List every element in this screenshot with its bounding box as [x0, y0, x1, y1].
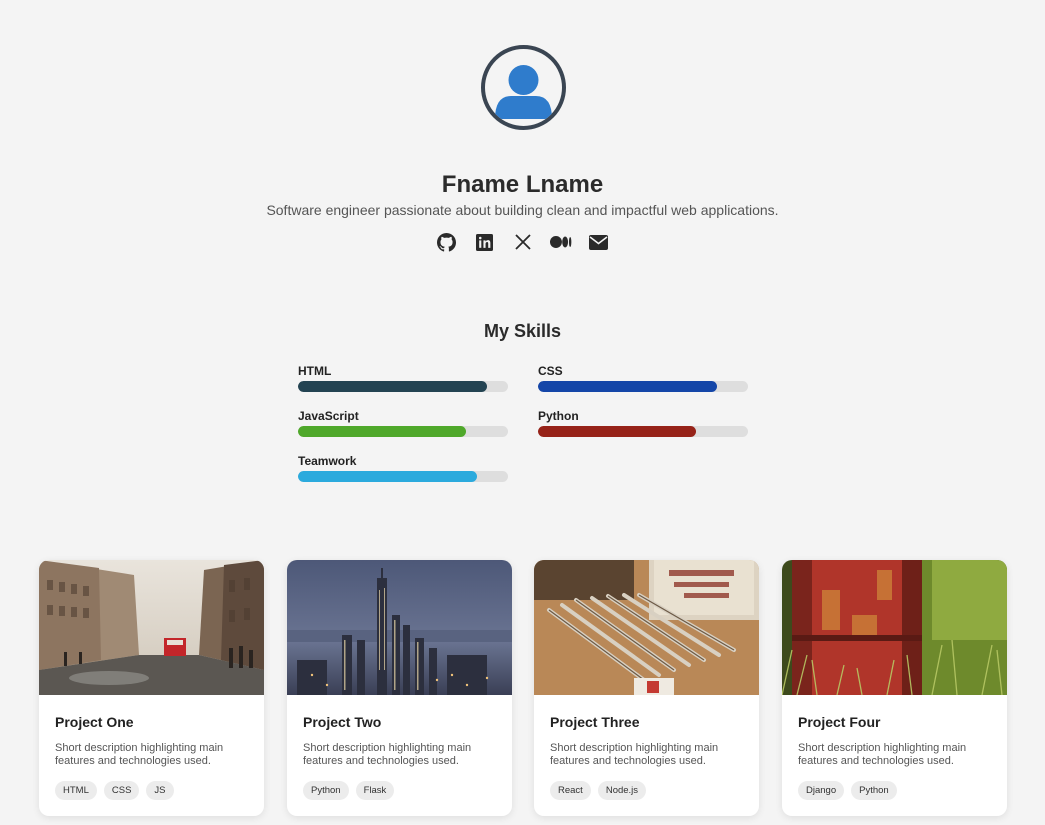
- tech-tag: JS: [146, 781, 174, 800]
- project-description: Short description highlighting main feat…: [55, 742, 224, 767]
- skill-progress-fill: [538, 426, 696, 437]
- skill-css: CSS: [538, 364, 748, 392]
- tech-tag: Python: [851, 781, 897, 800]
- skill-label: Teamwork: [298, 454, 357, 468]
- profile-name: Fname Lname: [441, 171, 604, 198]
- skill-javascript: JavaScript: [298, 409, 508, 437]
- skill-progress-fill: [298, 426, 466, 437]
- city-street-photo: [39, 560, 264, 695]
- skill-python: Python: [538, 409, 748, 437]
- project-description: Short description highlighting main feat…: [303, 742, 472, 767]
- tech-tag: Node.js: [597, 781, 647, 800]
- skill-html: HTML: [298, 364, 508, 392]
- tech-tag: CSS: [103, 781, 140, 800]
- email-icon[interactable]: [588, 232, 610, 252]
- tech-tag: Flask: [355, 781, 395, 800]
- linkedin-icon[interactable]: [474, 232, 496, 252]
- project-title: Project One: [55, 714, 134, 730]
- avatar: [481, 45, 566, 130]
- tech-tag: HTML: [55, 781, 97, 800]
- social-links: [0, 232, 1045, 252]
- project-card[interactable]: Project Four Short description highlight…: [782, 560, 1007, 816]
- project-title: Project Three: [550, 714, 640, 730]
- x-icon[interactable]: [512, 232, 534, 252]
- project-tags: Python Flask: [303, 781, 395, 800]
- project-card[interactable]: Project One Short description highlighti…: [39, 560, 264, 816]
- rusty-barrel-photo: [782, 560, 1007, 695]
- skill-label: JavaScript: [298, 409, 359, 423]
- skill-progress-bar: [298, 471, 508, 482]
- tech-tag: React: [550, 781, 591, 800]
- skill-progress-bar: [298, 426, 508, 437]
- project-card[interactable]: Project Three Short description highligh…: [534, 560, 759, 816]
- profile-tagline: Software engineer passionate about build…: [266, 202, 779, 218]
- skill-label: HTML: [298, 364, 332, 378]
- skill-progress-fill: [298, 471, 477, 482]
- skill-teamwork: Teamwork: [298, 454, 508, 482]
- tech-tag: Python: [303, 781, 349, 800]
- project-card[interactable]: Project Two Short description highlighti…: [287, 560, 512, 816]
- project-tags: HTML CSS JS: [55, 781, 174, 800]
- project-title: Project Two: [303, 714, 382, 730]
- skills-heading: My Skills: [483, 321, 562, 341]
- medium-icon[interactable]: [549, 232, 572, 252]
- city-skyline-photo: [287, 560, 512, 695]
- project-title: Project Four: [798, 714, 881, 730]
- user-avatar-icon: [495, 65, 552, 119]
- skill-progress-fill: [538, 381, 717, 392]
- pencils-photo: [534, 560, 759, 695]
- project-tags: React Node.js: [550, 781, 647, 800]
- tech-tag: Django: [798, 781, 845, 800]
- skill-progress-bar: [538, 426, 748, 437]
- skill-progress-fill: [298, 381, 487, 392]
- skill-label: CSS: [538, 364, 563, 378]
- project-tags: Django Python: [798, 781, 897, 800]
- skill-progress-bar: [538, 381, 748, 392]
- project-description: Short description highlighting main feat…: [550, 742, 719, 767]
- project-description: Short description highlighting main feat…: [798, 742, 967, 767]
- skill-label: Python: [538, 409, 579, 423]
- github-icon[interactable]: [436, 232, 458, 252]
- skill-progress-bar: [298, 381, 508, 392]
